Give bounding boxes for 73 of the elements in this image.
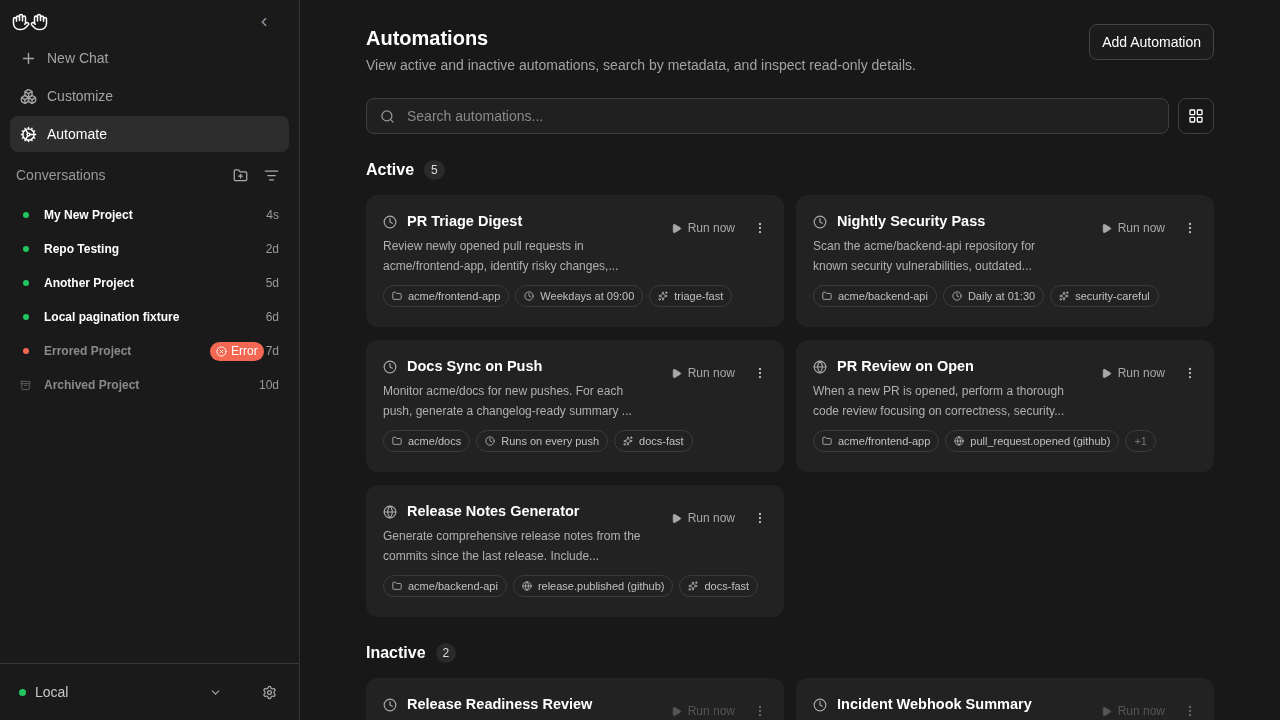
- folder-icon: [822, 436, 832, 446]
- error-badge: Error: [209, 341, 264, 361]
- logo-icon: [12, 13, 48, 31]
- conversation-item[interactable]: Another Project 5d: [20, 266, 279, 300]
- clock-icon: [951, 291, 962, 301]
- sparkle-icon: [658, 291, 669, 301]
- folder-icon: [822, 291, 832, 301]
- grid-icon: [1188, 108, 1204, 124]
- automation-card[interactable]: Docs Sync on Push Monitor acme/docs for new pushes. For each push, generate a changelog-ready summary ... Run now acme/docs Runs on every push docs-fast: [366, 340, 784, 472]
- count-badge: 5: [424, 160, 445, 180]
- new-folder-icon[interactable]: [233, 167, 248, 183]
- count-badge: 2: [435, 643, 457, 663]
- add-automation-button[interactable]: Add Automation: [1089, 24, 1214, 60]
- nav-item[interactable]: Customize: [10, 78, 289, 114]
- card-title: Docs Sync on Push: [407, 357, 543, 377]
- folder-icon: [392, 436, 402, 446]
- automation-card[interactable]: PR Triage Digest Review newly opened pull requests in acme/frontend-app, identify risky changes,... Run now acme/frontend-app Weekdays at 09:00 triage-fast: [366, 195, 784, 327]
- card-description: Review newly opened pull requests in acme/frontend-app, identify risky changes,...: [383, 238, 620, 275]
- section-title: Conversations: [16, 165, 106, 185]
- card-title: Release Readiness Review: [407, 695, 593, 715]
- settings-icon[interactable]: [262, 684, 277, 700]
- page-title: Automations: [366, 26, 490, 51]
- sparkle-icon: [1059, 291, 1070, 301]
- run-now-button[interactable]: Run now: [670, 219, 735, 237]
- card-title: Nightly Security Pass: [837, 212, 986, 232]
- sparkle-icon: [623, 436, 634, 446]
- clock-icon: [485, 436, 496, 446]
- filter-icon[interactable]: [264, 167, 279, 183]
- card-title: PR Review on Open: [837, 357, 974, 377]
- play-icon: [670, 367, 682, 379]
- run-now-button[interactable]: Run now: [670, 509, 735, 527]
- search-input[interactable]: Search automations...: [407, 105, 1155, 127]
- section-heading: Inactive: [366, 643, 426, 663]
- environment-label[interactable]: Local: [35, 681, 209, 703]
- nav-item[interactable]: New Chat: [10, 40, 289, 76]
- card-title: Release Notes Generator: [407, 502, 580, 522]
- conversation-item[interactable]: My New Project 4s: [20, 198, 279, 232]
- play-icon: [670, 222, 682, 234]
- folder-icon: [392, 581, 402, 591]
- automation-card[interactable]: Nightly Security Pass Scan the acme/backend-api repository for known security vulnerabilities, outdated... Run now acme/backend-api Daily at 01:30 security-careful: [796, 195, 1214, 327]
- conversation-item[interactable]: Local pagination fixture 6d: [20, 300, 279, 334]
- globe-icon: [954, 436, 965, 446]
- play-icon: [1100, 222, 1112, 234]
- sparkle-icon: [688, 581, 699, 591]
- play-icon: [670, 512, 682, 524]
- play-icon: [1100, 367, 1112, 379]
- card-title: Incident Webhook Summary: [837, 695, 1032, 715]
- search-field[interactable]: Search automations...: [366, 98, 1169, 134]
- card-description: When a new PR is opened, perform a thorough code review focusing on correctness, security...: [813, 383, 1066, 420]
- grid-view-button[interactable]: [1178, 98, 1214, 134]
- search-icon: [380, 108, 395, 124]
- card-description: Scan the acme/backend-api repository for known security vulnerabilities, outdated...: [813, 238, 1037, 275]
- automation-card[interactable]: Release Notes Generator Generate comprehensive release notes from the commits since the last release. Include... Run now acme/backend-api release.published (github) docs-fast: [366, 485, 784, 617]
- run-now-button[interactable]: Run now: [670, 364, 735, 382]
- conversation-item[interactable]: Archived Project 10d: [20, 368, 279, 402]
- automation-card[interactable]: PR Review on Open When a new PR is opened, perform a thorough code review focusing on correctness, security... Run now acme/frontend-app pull_request.opened (github) +1: [796, 340, 1214, 472]
- card-description: Generate comprehensive release notes from the commits since the last release. Include...: [383, 528, 641, 565]
- conversation-item[interactable]: Errored Project Error 7d: [20, 334, 279, 368]
- run-now-button[interactable]: Run now: [1100, 219, 1165, 237]
- gear-icon: [20, 125, 37, 143]
- page-subtitle: View active and inactive automations, search by metadata, and inspect read-only details.: [366, 56, 916, 75]
- card-title: PR Triage Digest: [407, 212, 523, 232]
- play-icon: [1100, 705, 1112, 717]
- globe-icon: [521, 581, 532, 591]
- cubes-icon: [20, 87, 37, 105]
- section-heading: Active: [366, 160, 415, 180]
- nav-item[interactable]: Automate: [10, 116, 289, 152]
- card-description: Monitor acme/docs for new pushes. For each push, generate a changelog-ready summary ...: [383, 383, 633, 420]
- folder-icon: [392, 291, 402, 301]
- clock-icon: [524, 291, 535, 301]
- conversation-item[interactable]: Repo Testing 2d: [20, 232, 279, 266]
- run-now-button[interactable]: Run now: [1100, 364, 1165, 382]
- play-icon: [670, 705, 682, 717]
